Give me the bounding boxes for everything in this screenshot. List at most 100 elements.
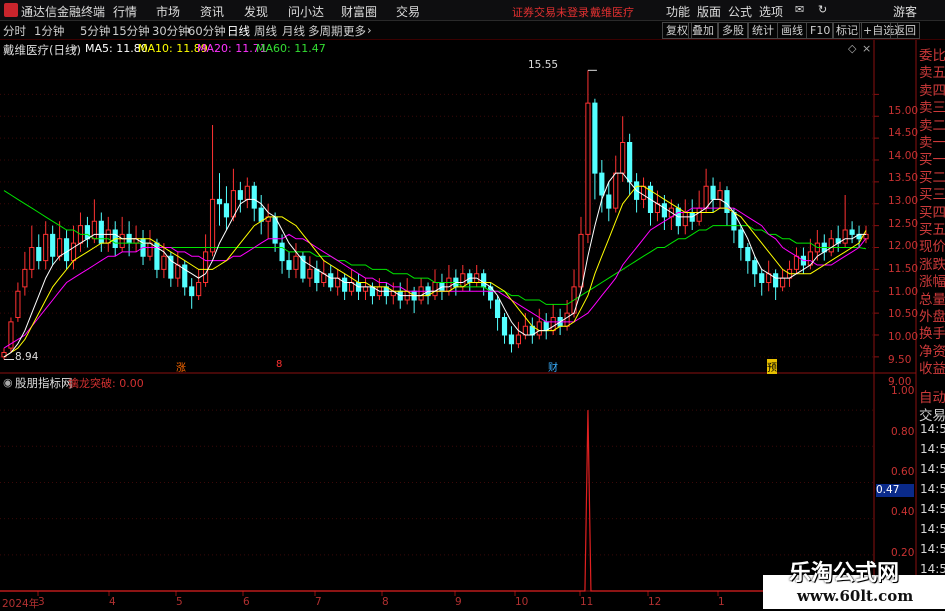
candle-body	[63, 238, 70, 262]
kline-chart[interactable]	[0, 40, 945, 609]
draw-line-button[interactable]: 画线	[777, 22, 807, 39]
indicator-title[interactable]: 股朋指标网	[15, 375, 73, 391]
trade-time: 14:56	[920, 482, 945, 496]
candle-body	[70, 242, 77, 262]
app-title: 通达信金融终端	[21, 5, 106, 19]
period-daily[interactable]: 日线	[227, 23, 250, 39]
trade-time: 14:56	[920, 502, 945, 516]
candle-body	[286, 260, 292, 270]
candle-body	[773, 273, 779, 288]
period-30min[interactable]: 30分钟	[152, 23, 190, 39]
menu-trade[interactable]: 交易	[396, 3, 420, 20]
auto-trade-label: 交易	[919, 408, 945, 424]
candle-body	[314, 268, 320, 283]
moving-average-lines	[3, 69, 867, 360]
period-15min[interactable]: 15分钟	[112, 23, 150, 39]
settings-diamond-icon[interactable]: ◇	[848, 42, 856, 55]
menu-ask[interactable]: 问小达	[288, 3, 324, 20]
candle-body	[578, 233, 584, 288]
menu-formula[interactable]: 公式	[728, 3, 752, 20]
candle-body	[842, 229, 848, 244]
candle-body	[828, 238, 834, 253]
trade-time: 14:56	[920, 562, 945, 576]
login-notice[interactable]: 证券交易未登录	[512, 4, 589, 20]
candle-body	[710, 185, 716, 200]
ma5-line	[3, 172, 866, 358]
candle-body	[703, 185, 709, 209]
x-tick: 11	[580, 596, 594, 608]
menu-discover[interactable]: 发现	[244, 3, 268, 20]
period-multi[interactable]: 多周期	[308, 23, 343, 39]
period-intraday[interactable]: 分时	[3, 23, 26, 39]
candle-body	[251, 185, 257, 209]
event-mark-limit-up[interactable]: 涨	[176, 359, 186, 374]
candle-body	[237, 190, 243, 200]
candle-body	[738, 229, 744, 248]
indicator-tick: 1.00	[891, 385, 915, 397]
indicator-dropdown-icon[interactable]: ◉	[3, 376, 13, 389]
candle-body	[661, 203, 667, 218]
menu-market[interactable]: 市场	[156, 3, 180, 20]
event-mark-forecast[interactable]: 预	[767, 359, 777, 374]
x-tick: 1	[718, 596, 725, 608]
x-tick: 10	[515, 596, 529, 608]
price-tick: 14.00	[888, 150, 919, 162]
price-tick: 13.50	[888, 172, 919, 184]
candle-body	[196, 282, 202, 297]
x-tick: 4	[109, 596, 116, 608]
period-weekly[interactable]: 周线	[254, 23, 277, 39]
period-more[interactable]: 更多	[343, 23, 366, 39]
candle-body	[43, 233, 49, 262]
x-tick: 12	[648, 596, 662, 608]
candle-body	[432, 282, 438, 297]
candle-body	[564, 312, 570, 327]
x-tick: 7	[315, 596, 322, 608]
overlay-button[interactable]: 叠加	[688, 22, 718, 39]
refresh-icon[interactable]: ↻	[818, 3, 827, 16]
event-mark-8[interactable]: 8	[276, 359, 282, 370]
period-monthly[interactable]: 月线	[282, 23, 305, 39]
menu-news[interactable]: 资讯	[200, 3, 224, 20]
close-icon[interactable]: ×	[862, 42, 871, 55]
stock-title[interactable]: 戴维医疗(日线)	[3, 42, 81, 58]
app-logo-icon	[4, 3, 18, 17]
candle-body	[599, 172, 605, 196]
candle-body	[230, 190, 236, 218]
menu-wealth[interactable]: 财富圈	[341, 3, 377, 20]
f10-button[interactable]: F10	[806, 22, 835, 39]
menu-quotes[interactable]: 行情	[113, 3, 137, 20]
candle-body	[293, 255, 299, 270]
chart-grid	[0, 40, 917, 609]
dropdown-icon[interactable]: ▾	[72, 42, 78, 55]
period-bar: 分时 1分钟 5分钟 15分钟 30分钟 60分钟 日线 周线 月线 多周期 更…	[0, 21, 945, 40]
guest-user[interactable]: 游客	[893, 3, 917, 20]
menu-options[interactable]: 选项	[759, 3, 783, 20]
price-tick: 12.00	[888, 240, 919, 252]
multi-stock-button[interactable]: 多股	[718, 22, 748, 39]
candle-body	[446, 277, 452, 292]
candle-body	[752, 260, 758, 275]
period-5min[interactable]: 5分钟	[80, 23, 110, 39]
back-button[interactable]: 返回	[890, 22, 920, 39]
menu-function[interactable]: 功能	[666, 3, 690, 20]
candle-body	[745, 247, 751, 262]
event-mark-finance[interactable]: 财	[548, 359, 558, 374]
candle-body	[91, 220, 97, 240]
x-tick: 9	[455, 596, 462, 608]
mark-button[interactable]: 标记	[832, 22, 862, 39]
price-tick: 13.00	[888, 195, 919, 207]
candle-body	[627, 142, 633, 183]
menu-layout[interactable]: 版面	[697, 3, 721, 20]
candle-body	[216, 198, 223, 205]
period-1min[interactable]: 1分钟	[34, 23, 64, 39]
price-tick: 9.50	[888, 354, 912, 366]
candle-body	[328, 273, 334, 288]
period-60min[interactable]: 60分钟	[188, 23, 226, 39]
candle-body	[849, 229, 855, 235]
statistics-button[interactable]: 统计	[748, 22, 778, 39]
trade-time: 14:56	[920, 422, 945, 436]
price-tick: 11.00	[888, 286, 919, 298]
period-more-arrow-icon[interactable]: ›	[367, 23, 372, 37]
x-tick: 3	[38, 596, 45, 608]
message-icon[interactable]: ✉	[795, 3, 804, 16]
